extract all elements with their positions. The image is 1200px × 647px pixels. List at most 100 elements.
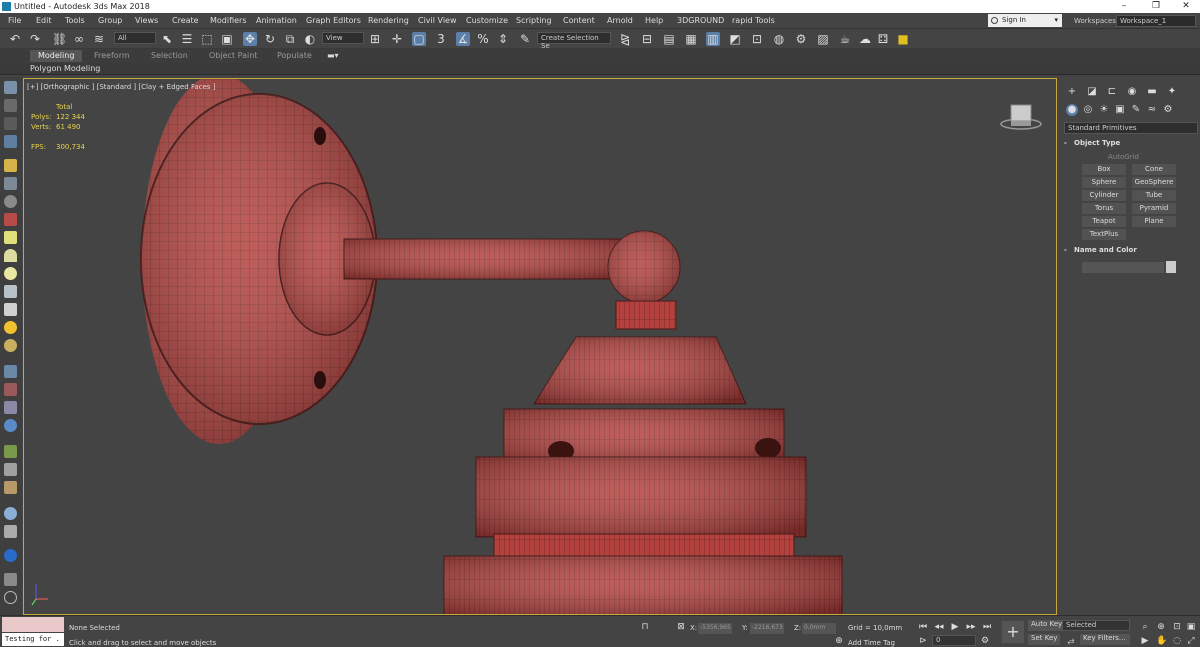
percent-snap-icon[interactable]: % (476, 32, 490, 46)
schematic-view-icon[interactable]: ⊡ (750, 32, 764, 46)
name-and-color-rollout[interactable]: - Name and Color (1064, 246, 1196, 258)
select-object-icon[interactable]: ⬉ (160, 32, 174, 46)
helpers-category-icon[interactable]: ✎ (1130, 104, 1142, 116)
go-to-end-icon[interactable]: ⏭ (982, 622, 992, 632)
rotate-icon[interactable]: ↻ (263, 32, 277, 46)
maximize-button[interactable]: ❐ (1142, 1, 1170, 12)
create-panel-icon[interactable]: + (1066, 86, 1078, 98)
reference-coordinate-select[interactable]: View (322, 32, 364, 44)
lock-selection-icon[interactable]: ⊓ (640, 622, 650, 632)
menu-file[interactable]: File (8, 16, 21, 25)
tab-freeform[interactable]: Freeform (94, 51, 130, 60)
camera-icon[interactable] (4, 177, 17, 190)
utilities-panel-icon[interactable]: ✦ (1166, 86, 1178, 98)
material-editor-icon[interactable]: ◍ (772, 32, 786, 46)
y-coordinate-field[interactable]: -2216,673 (750, 623, 784, 634)
globe-icon[interactable] (4, 419, 17, 432)
pivot-center-icon[interactable]: ⊞ (368, 32, 382, 46)
go-to-start-icon[interactable]: ⏮ (918, 622, 928, 632)
spinner-snap-icon[interactable]: ⇕ (496, 32, 510, 46)
menu-edit[interactable]: Edit (36, 16, 52, 25)
key-filters-button[interactable]: Key Filters... (1080, 634, 1130, 645)
spacewarps-category-icon[interactable]: ≈ (1146, 104, 1158, 116)
box-icon[interactable] (4, 231, 17, 244)
render-setup-icon[interactable]: ⚙ (794, 32, 808, 46)
menu-views[interactable]: Views (135, 16, 158, 25)
render-iterative-icon[interactable]: ☁ (858, 32, 872, 46)
place-icon[interactable]: ◐ (303, 32, 317, 46)
previous-frame-icon[interactable]: ◂◂ (934, 622, 944, 632)
daylight-icon[interactable] (4, 339, 17, 352)
scene-converter-icon[interactable]: ■ (896, 32, 910, 46)
next-frame-icon[interactable]: ▸▸ (966, 622, 976, 632)
teapot-button[interactable]: Teapot (1082, 216, 1126, 227)
key-tangent-icon[interactable]: ⥄ (1066, 636, 1076, 646)
unlink-icon[interactable]: ∞ (72, 32, 86, 46)
menu-civil-view[interactable]: Civil View (418, 16, 457, 25)
rectangular-selection-icon[interactable]: ⬚ (200, 32, 214, 46)
curve-editor-icon[interactable]: ◩ (728, 32, 742, 46)
ribbon-options-icon[interactable]: ▬▾ (327, 51, 339, 60)
snaps-toggle-icon[interactable]: 3 (434, 32, 448, 46)
light-icon[interactable] (4, 159, 17, 172)
display-panel-icon[interactable]: ▬ (1146, 86, 1158, 98)
zoom-extents-icon[interactable]: ⊡ (1172, 622, 1182, 632)
layer-icon[interactable] (4, 117, 17, 130)
helper-icon[interactable] (4, 213, 17, 226)
layout-tab-icon[interactable] (4, 99, 17, 112)
zoom-extents-all-icon[interactable]: ▣ (1186, 622, 1196, 632)
edit-named-selection-icon[interactable]: ✎ (518, 32, 532, 46)
time-configuration-icon[interactable]: ⚙ (980, 636, 990, 646)
redo-icon[interactable]: ↷ (28, 32, 42, 46)
maxscript-listener-output[interactable] (2, 617, 64, 632)
box-button[interactable]: Box (1082, 164, 1126, 175)
autogrid-checkbox[interactable]: AutoGrid (1108, 153, 1139, 161)
menu-create[interactable]: Create (172, 16, 199, 25)
menu-rendering[interactable]: Rendering (368, 16, 409, 25)
ribbon-toggle-icon[interactable]: ▥ (706, 32, 720, 46)
key-mode-select[interactable]: Selected (1062, 620, 1130, 631)
select-manipulate-icon[interactable]: ✛ (390, 32, 404, 46)
viewcube-icon[interactable] (1000, 104, 1042, 130)
pan-view-icon[interactable]: ✋ (1156, 636, 1167, 646)
auto-key-button[interactable]: Auto Key (1028, 620, 1066, 631)
modify-panel-icon[interactable]: ◪ (1086, 86, 1098, 98)
render-activeshade-icon[interactable]: ⚃ (876, 32, 890, 46)
select-by-name-icon[interactable]: ☰ (180, 32, 194, 46)
tab-object-paint[interactable]: Object Paint (209, 51, 257, 60)
window-crossing-icon[interactable]: ▣ (220, 32, 234, 46)
workspace-select[interactable]: Workspace_1 (1116, 15, 1196, 27)
scene-explorer-icon[interactable]: ▤ (662, 32, 676, 46)
current-frame-field[interactable]: 0 (932, 635, 976, 646)
cameras-category-icon[interactable]: ▣ (1114, 104, 1126, 116)
field-of-view-icon[interactable]: ▶ (1140, 636, 1150, 646)
tube-button[interactable]: Tube (1132, 190, 1176, 201)
paint-icon[interactable] (4, 383, 17, 396)
angle-snap-icon[interactable]: ∡ (456, 32, 470, 46)
maxscript-mini-listener[interactable]: Testing for . (2, 633, 64, 646)
scale-icon[interactable]: ⧉ (283, 32, 297, 46)
time-tag-icon[interactable]: ⊕ (834, 636, 844, 646)
polygon-modeling-panel[interactable]: Polygon Modeling (30, 64, 100, 73)
tools-icon[interactable] (4, 463, 17, 476)
set-key-button[interactable]: Set Key (1028, 634, 1061, 645)
align-icon[interactable]: ⊟ (640, 32, 654, 46)
layer-explorer-icon[interactable]: ▦ (684, 32, 698, 46)
render-production-icon[interactable]: ☕ (838, 32, 852, 46)
primitive-category-select[interactable]: Standard Primitives (1064, 122, 1198, 134)
menu-group[interactable]: Group (98, 16, 122, 25)
plane-button[interactable]: Plane (1132, 216, 1176, 227)
named-selection-select[interactable]: Create Selection Se (537, 32, 611, 50)
viewport[interactable]: [+] [Orthographic ] [Standard ] [Clay + … (23, 78, 1057, 615)
link-icon[interactable]: ⛓ (52, 32, 67, 46)
geosphere-button[interactable]: GeoSphere (1132, 177, 1176, 188)
cone-icon[interactable] (4, 303, 17, 316)
undo-icon[interactable]: ↶ (8, 32, 22, 46)
cylinder-button[interactable]: Cylinder (1082, 190, 1126, 201)
hierarchy-panel-icon[interactable]: ⊏ (1106, 86, 1118, 98)
systems-category-icon[interactable]: ⚙ (1162, 104, 1174, 116)
lights-category-icon[interactable]: ☀ (1098, 104, 1110, 116)
material-icon[interactable] (4, 481, 17, 494)
minimize-button[interactable]: – (1110, 1, 1138, 12)
rendered-frame-window-icon[interactable]: ▨ (816, 32, 830, 46)
